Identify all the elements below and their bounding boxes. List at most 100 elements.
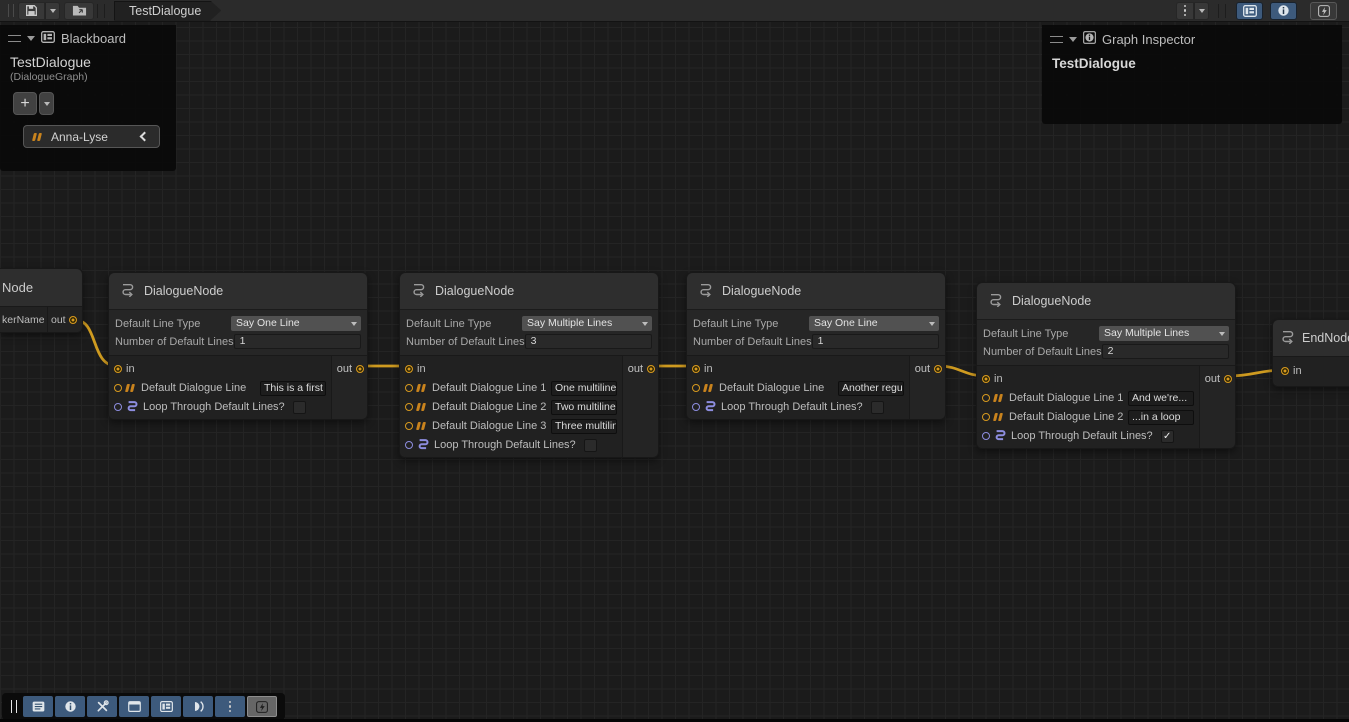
num-lines-label: Number of Default Lines — [406, 336, 525, 348]
play-arc-button[interactable] — [183, 696, 213, 717]
dialogue-line-field[interactable]: This is a first — [260, 381, 326, 396]
dialogue-line-field[interactable]: Two multiline — [551, 400, 617, 415]
dialogue-node-1[interactable]: DialogueNode Default Line Type Say One L… — [108, 272, 368, 420]
loop-checkbox[interactable]: ✓ — [1161, 430, 1174, 443]
line-type-dropdown[interactable]: Say One Line — [809, 316, 939, 331]
add-property-button[interactable]: + — [13, 92, 37, 115]
port-loop[interactable] — [405, 441, 413, 449]
speaker-node[interactable]: Node kerName out — [0, 268, 83, 333]
port-out[interactable] — [934, 365, 942, 373]
dialogue-line-field[interactable]: And we're... — [1128, 391, 1194, 406]
add-property-dropdown[interactable] — [39, 92, 54, 115]
inspector-toggle-button[interactable] — [1270, 2, 1297, 20]
loop-checkbox[interactable] — [584, 439, 597, 452]
more-options-dropdown[interactable] — [1194, 2, 1209, 20]
more-options-button[interactable] — [215, 696, 245, 717]
port-in[interactable] — [405, 365, 413, 373]
port-loop[interactable] — [982, 432, 990, 440]
open-asset-button[interactable] — [64, 2, 94, 20]
line-type-dropdown[interactable]: Say Multiple Lines — [1099, 326, 1229, 341]
property-row-anna-lyse[interactable]: Anna-Lyse — [23, 125, 160, 148]
dialogue-line-field[interactable]: Another regu — [838, 381, 904, 396]
port-loop[interactable] — [692, 403, 700, 411]
port-loop[interactable] — [114, 403, 122, 411]
loop-checkbox[interactable] — [293, 401, 306, 414]
line-type-dropdown[interactable]: Say One Line — [231, 316, 361, 331]
toolbar-drag-handle[interactable] — [11, 700, 17, 713]
dialogue-line-field[interactable]: Three multilin — [551, 419, 617, 434]
port-dialogue-line[interactable] — [692, 384, 700, 392]
port-dialogue-line-1[interactable] — [405, 384, 413, 392]
node-title[interactable]: Node — [0, 269, 82, 307]
save-dropdown-button[interactable] — [45, 2, 60, 20]
top-toolbar: TestDialogue — [0, 0, 1349, 22]
toolbar-drag-handle[interactable] — [8, 4, 14, 17]
num-lines-field[interactable]: 3 — [525, 334, 652, 349]
window-button[interactable] — [119, 696, 149, 717]
graph-canvas[interactable]: Node kerName out DialogueNode Default Li… — [0, 0, 1349, 722]
toolbar-separator — [104, 4, 105, 18]
quote-icon — [994, 413, 1005, 421]
blackboard-panel[interactable]: Blackboard TestDialogue (DialogueGraph) … — [0, 25, 176, 171]
speaker-name-label: kerName — [2, 314, 44, 326]
tools-button[interactable] — [87, 696, 117, 717]
port-out[interactable] — [1224, 375, 1232, 383]
chevron-left-icon[interactable] — [140, 132, 150, 142]
port-out[interactable] — [69, 316, 77, 324]
graph-inspector-panel[interactable]: Graph Inspector TestDialogue — [1042, 25, 1342, 124]
save-button[interactable] — [18, 2, 45, 20]
num-lines-field[interactable]: 1 — [812, 334, 939, 349]
port-in[interactable] — [982, 375, 990, 383]
end-node[interactable]: EndNode in — [1272, 319, 1349, 387]
dialogue-node-4[interactable]: DialogueNode Default Line Type Say Multi… — [976, 282, 1236, 449]
loop-flow-icon — [994, 429, 1007, 444]
more-options-button[interactable] — [1176, 2, 1194, 20]
loop-checkbox[interactable] — [871, 401, 884, 414]
port-in[interactable] — [692, 365, 700, 373]
collapse-arrow-icon[interactable] — [1069, 37, 1077, 46]
port-out-label: out — [1205, 373, 1220, 385]
loop-label: Loop Through Default Lines? — [721, 401, 863, 413]
port-dialogue-line[interactable] — [114, 384, 122, 392]
preview-button[interactable] — [247, 696, 277, 717]
port-dialogue-line-3[interactable] — [405, 422, 413, 430]
node-title[interactable]: DialogueNode — [400, 273, 658, 309]
node-title[interactable]: DialogueNode — [687, 273, 945, 309]
graph-inspector-title: Graph Inspector — [1102, 32, 1195, 47]
dialogue-line-label: Default Dialogue Line 1 — [432, 382, 546, 394]
port-out[interactable] — [356, 365, 364, 373]
console-button[interactable] — [23, 696, 53, 717]
blackboard-toggle-button[interactable] — [1236, 2, 1263, 20]
dialogue-line-field[interactable]: One multiline — [551, 381, 617, 396]
drag-handle-icon[interactable] — [8, 35, 21, 42]
node-title[interactable]: EndNode — [1273, 320, 1349, 356]
dialogue-node-3[interactable]: DialogueNode Default Line Type Say One L… — [686, 272, 946, 420]
num-lines-label: Number of Default Lines — [115, 336, 234, 348]
preview-toggle-button[interactable] — [1310, 2, 1337, 20]
port-dialogue-line-2[interactable] — [982, 413, 990, 421]
port-out[interactable] — [647, 365, 655, 373]
collapse-arrow-icon[interactable] — [27, 36, 35, 45]
line-type-dropdown[interactable]: Say Multiple Lines — [522, 316, 652, 331]
num-lines-field[interactable]: 1 — [234, 334, 361, 349]
breadcrumb[interactable]: TestDialogue — [114, 1, 221, 21]
graph-name: TestDialogue — [1052, 56, 1342, 71]
flow-arrow-icon — [1279, 329, 1297, 347]
drag-handle-icon[interactable] — [1050, 36, 1063, 43]
dialogue-node-2[interactable]: DialogueNode Default Line Type Say Multi… — [399, 272, 659, 458]
dialogue-line-field[interactable]: ...in a loop — [1128, 410, 1194, 425]
node-title-label: DialogueNode — [722, 284, 801, 298]
port-dialogue-line-2[interactable] — [405, 403, 413, 411]
node-title[interactable]: DialogueNode — [109, 273, 367, 309]
flow-arrow-icon — [987, 292, 1005, 310]
inspector-button[interactable] — [55, 696, 85, 717]
quote-icon — [126, 384, 137, 392]
num-lines-field[interactable]: 2 — [1102, 344, 1229, 359]
port-in[interactable] — [114, 365, 122, 373]
num-lines-label: Number of Default Lines — [693, 336, 812, 348]
node-title-label: DialogueNode — [144, 284, 223, 298]
blackboard-button[interactable] — [151, 696, 181, 717]
node-title[interactable]: DialogueNode — [977, 283, 1235, 319]
port-in[interactable] — [1281, 367, 1289, 375]
port-dialogue-line-1[interactable] — [982, 394, 990, 402]
